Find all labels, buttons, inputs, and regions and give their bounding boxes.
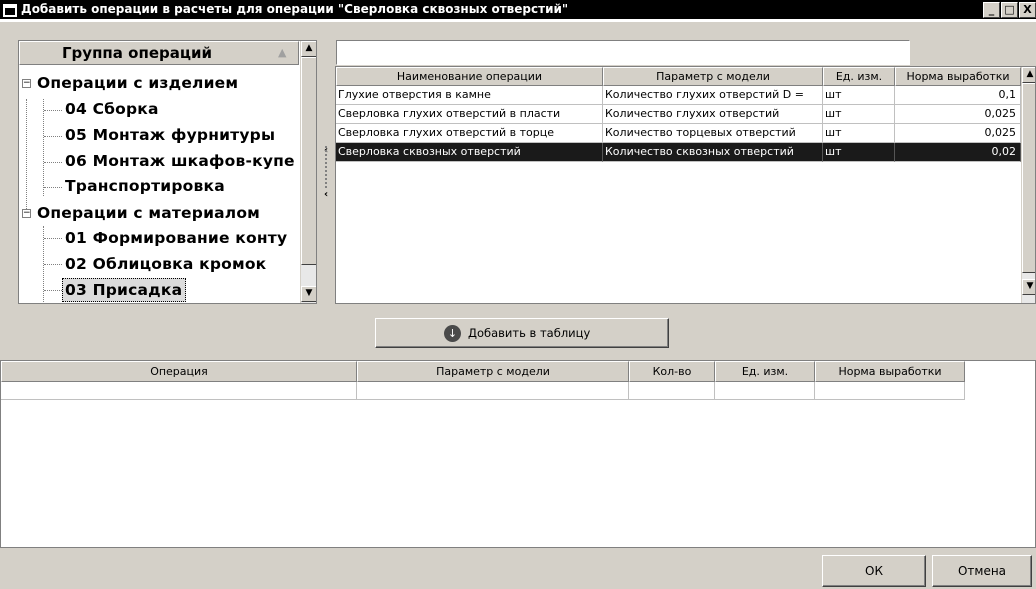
tree-node-transport[interactable]: Транспортировка: [65, 175, 225, 197]
tree-node-fittings[interactable]: 05 Монтаж фурнитуры: [65, 124, 275, 146]
tree-node-contour[interactable]: 01 Формирование конту: [65, 227, 287, 249]
empty-cell[interactable]: [1, 382, 357, 400]
column-header[interactable]: Параметр с модели: [357, 361, 629, 382]
tree-connector: [44, 238, 62, 239]
tree-scrollbar[interactable]: ▲ ▼: [300, 41, 316, 303]
tree-node-products[interactable]: Операции с изделием: [37, 72, 238, 94]
empty-cell[interactable]: [629, 382, 715, 400]
collapse-icon[interactable]: −: [22, 209, 31, 218]
tree-header[interactable]: Группа операций ▲: [19, 41, 299, 65]
scroll-up-icon[interactable]: ▲: [301, 41, 316, 57]
scroll-up-icon[interactable]: ▲: [1022, 67, 1035, 83]
scroll-thumb[interactable]: [1022, 83, 1035, 273]
cell-unit: шт: [823, 86, 895, 105]
column-header[interactable]: Операция: [1, 361, 357, 382]
title-bar[interactable]: Добавить операции в расчеты для операции…: [0, 0, 1036, 22]
cell-unit: шт: [823, 124, 895, 143]
column-header[interactable]: Ед. изм.: [715, 361, 815, 382]
search-input[interactable]: [336, 40, 910, 65]
tree-connector: [44, 162, 62, 163]
dialog-window: Добавить операции в расчеты для операции…: [0, 0, 1036, 589]
tree-connector: [44, 110, 62, 111]
column-header[interactable]: Норма выработки: [815, 361, 965, 382]
collapse-icon[interactable]: −: [22, 79, 31, 88]
tree-header-label: Группа операций: [62, 44, 212, 62]
tree-connector: [44, 290, 62, 291]
cell-unit: шт: [823, 143, 895, 162]
tree-connector: [44, 136, 62, 137]
window-title: Добавить операции в расчеты для операции…: [21, 2, 569, 16]
cell-operation: Сверловка глухих отверстий в пласти: [336, 105, 603, 124]
cell-operation: Глухие отверстия в камне: [336, 86, 603, 105]
scroll-thumb[interactable]: [301, 57, 316, 265]
operation-group-tree[interactable]: Группа операций ▲ − Операции с изделием …: [18, 40, 317, 304]
column-header[interactable]: Наименование операции: [336, 67, 603, 86]
empty-cell[interactable]: [715, 382, 815, 400]
table-scrollbar[interactable]: ▲ ▼: [1021, 67, 1035, 303]
splitter-grip: [325, 146, 327, 188]
cancel-button[interactable]: Отмена: [932, 555, 1032, 587]
tree-connector: [26, 99, 27, 209]
cell-norm: 0,025: [895, 105, 1021, 124]
minimize-button[interactable]: _: [983, 2, 1000, 18]
column-header[interactable]: Параметр с модели: [603, 67, 823, 86]
close-button[interactable]: X: [1019, 2, 1036, 18]
cell-norm: 0,02: [895, 143, 1021, 162]
cell-norm: 0,1: [895, 86, 1021, 105]
add-to-table-button[interactable]: ↓ Добавить в таблицу: [375, 318, 669, 348]
tree-connector: [44, 264, 62, 265]
cell-operation: Сверловка сквозных отверстий: [336, 143, 603, 162]
cell-parameter: Количество торцевых отверстий: [603, 124, 823, 143]
cell-parameter: Количество глухих отверстий: [603, 105, 823, 124]
column-header[interactable]: Норма выработки: [895, 67, 1021, 86]
cell-unit: шт: [823, 105, 895, 124]
tree-node-assembly[interactable]: 04 Сборка: [65, 98, 159, 120]
tree-node-wardrobes[interactable]: 06 Монтаж шкафов-купе: [65, 150, 295, 172]
add-to-table-label: Добавить в таблицу: [468, 326, 591, 340]
result-table[interactable]: Операция Параметр с модели Кол-во Ед. из…: [0, 360, 1036, 548]
tree-connector: [43, 99, 44, 196]
panel-splitter[interactable]: ‹ ‹: [321, 40, 331, 304]
operations-table[interactable]: Наименование операции Параметр с модели …: [335, 66, 1036, 304]
sort-asc-icon: ▲: [278, 46, 287, 59]
arrow-down-circle-icon: ↓: [444, 325, 461, 342]
cell-norm: 0,025: [895, 124, 1021, 143]
scroll-down-icon[interactable]: ▼: [301, 286, 316, 302]
tree-node-edging[interactable]: 02 Облицовка кромок: [65, 253, 266, 275]
cell-operation: Сверловка глухих отверстий в торце: [336, 124, 603, 143]
column-header[interactable]: Ед. изм.: [823, 67, 895, 86]
tree-node-drilling[interactable]: 03 Присадка: [62, 278, 187, 302]
cell-parameter: Количество глухих отверстий D =: [603, 86, 823, 105]
empty-cell[interactable]: [357, 382, 629, 400]
tree-node-materials[interactable]: Операции с материалом: [37, 202, 260, 224]
maximize-button[interactable]: □: [1001, 2, 1018, 18]
ok-button[interactable]: ОК: [822, 555, 926, 587]
empty-cell[interactable]: [815, 382, 965, 400]
chevron-left-icon[interactable]: ‹: [321, 190, 331, 200]
tree-connector: [44, 187, 62, 188]
cell-parameter: Количество сквозных отверстий: [603, 143, 823, 162]
window-icon: [3, 4, 17, 17]
column-header[interactable]: Кол-во: [629, 361, 715, 382]
scroll-down-icon[interactable]: ▼: [1022, 279, 1035, 295]
